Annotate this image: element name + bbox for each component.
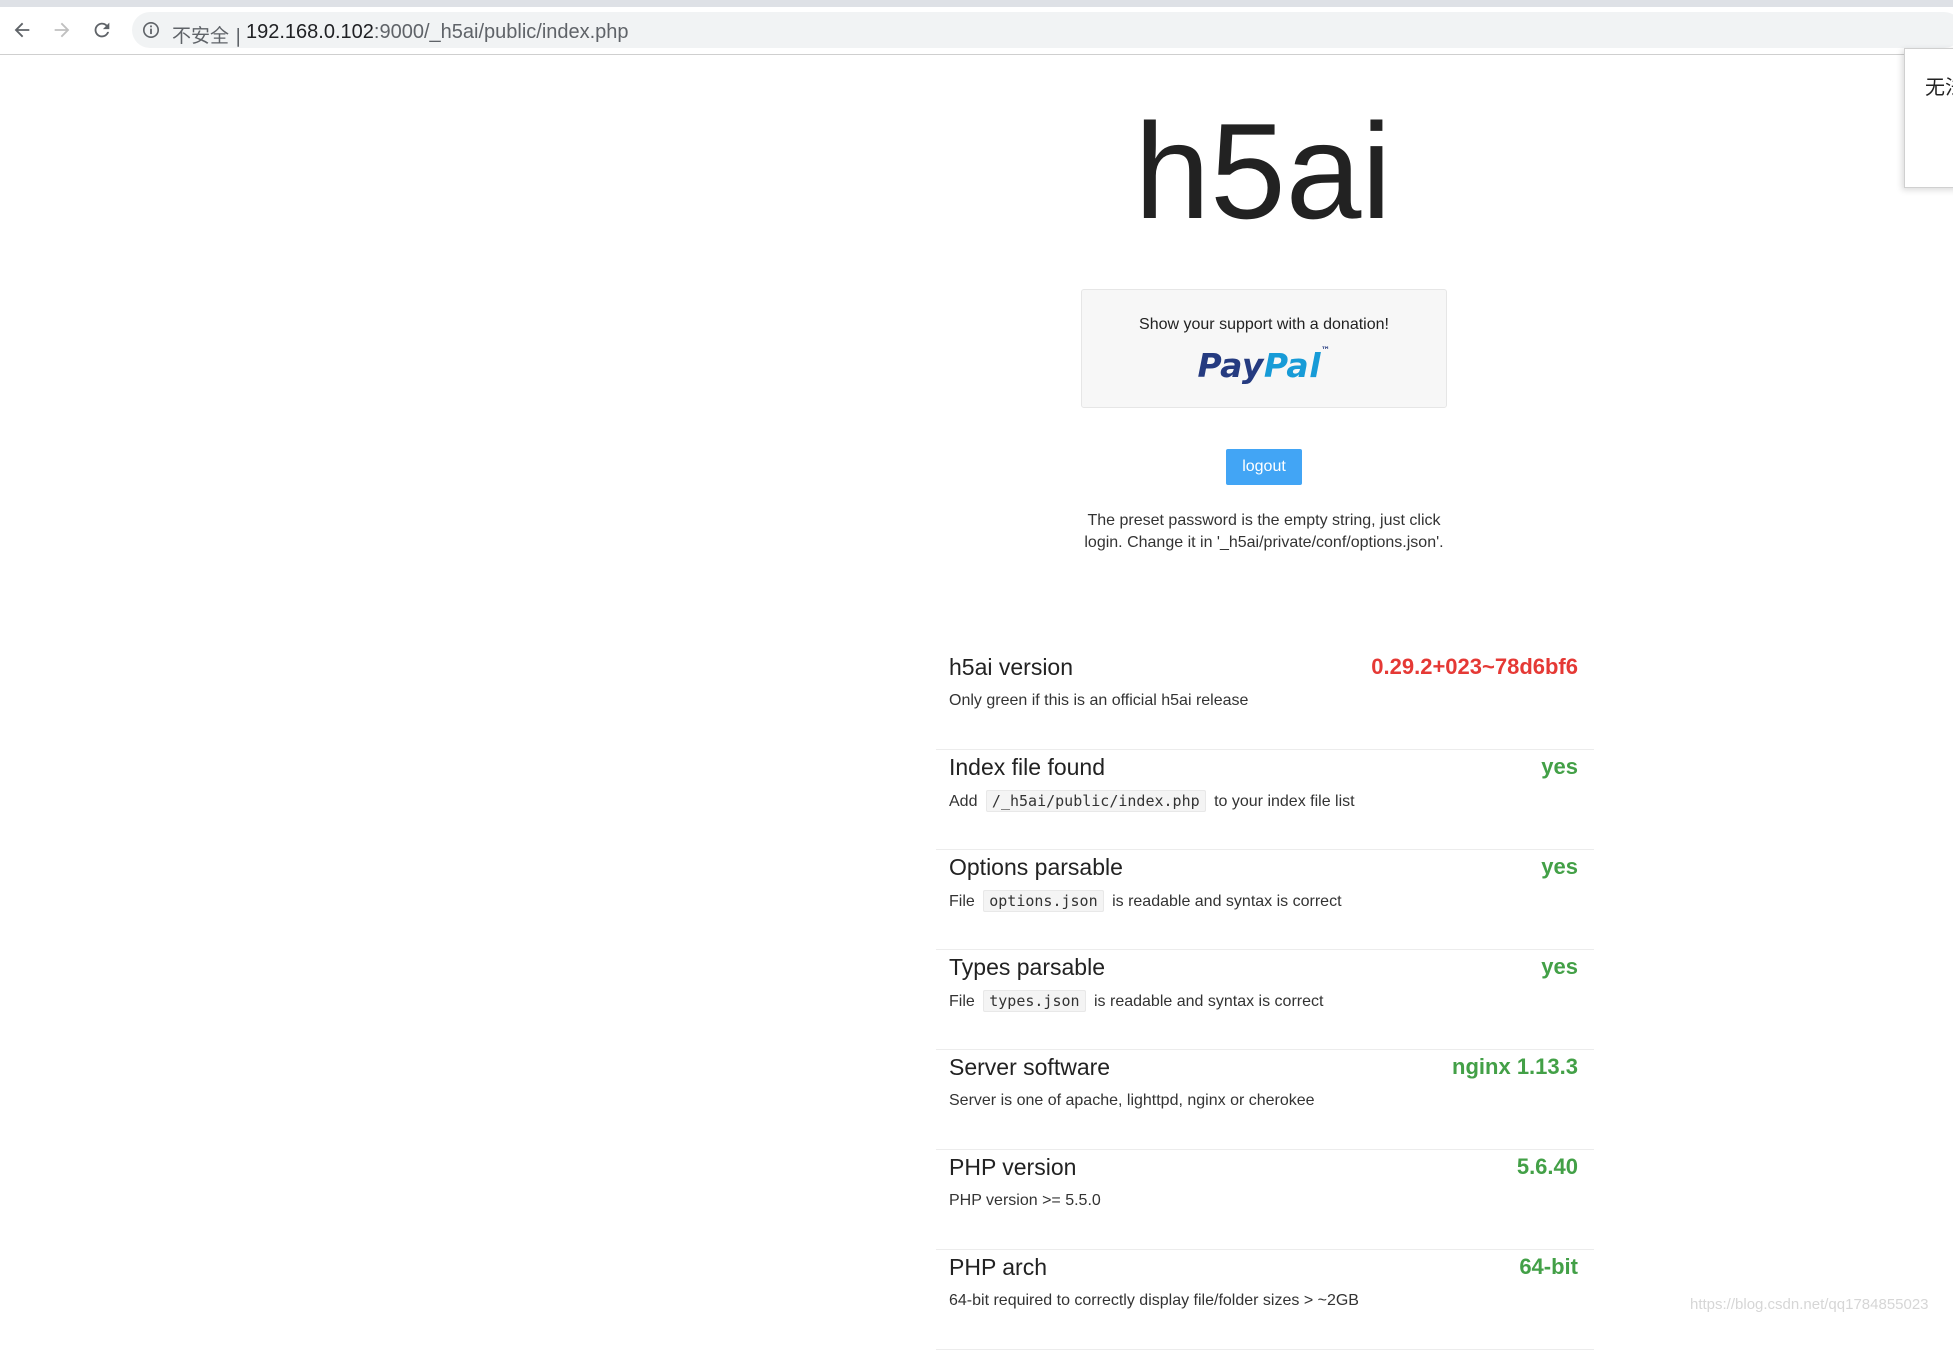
reload-button[interactable] <box>89 17 115 43</box>
info-icon[interactable] <box>142 21 160 39</box>
test-label: PHP arch <box>949 1254 1048 1280</box>
test-result: 0.29.2+023~78d6bf6 <box>1371 654 1578 679</box>
browser-toolbar: 不安全 | 192.168.0.102:9000/_h5ai/public/in… <box>0 7 1953 55</box>
test-info: Server is one of apache, lighttpd, nginx… <box>949 1092 1315 1109</box>
test-label: Index file found <box>949 754 1106 780</box>
back-button[interactable] <box>9 17 35 43</box>
notification-popup: 无法 <box>1904 48 1953 188</box>
test-result: nginx 1.13.3 <box>1452 1054 1578 1079</box>
test-info-pre: File <box>949 993 975 1010</box>
test-row: Options parsable yes File options.json is … <box>936 850 1594 950</box>
test-result: yes <box>1541 854 1578 879</box>
test-label: h5ai version <box>949 654 1074 680</box>
donation-box: Show your support with a donation! PayPa… <box>1081 289 1447 408</box>
arrow-left-icon <box>14 22 30 38</box>
password-hint: The preset password is the empty string,… <box>1084 512 1444 551</box>
browser-tab-strip <box>0 0 1953 7</box>
test-list: h5ai version 0.29.2+023~78d6bf6 Only green… <box>936 650 1594 1350</box>
security-label: 不安全 | <box>172 25 242 47</box>
forward-button[interactable] <box>49 17 75 43</box>
test-result: 64-bit <box>1519 1254 1578 1279</box>
test-row: h5ai version 0.29.2+023~78d6bf6 Only green… <box>936 650 1594 750</box>
page-title: h5ai <box>1134 95 1392 247</box>
test-info-post: is readable and syntax is correct <box>1112 893 1342 910</box>
reload-icon <box>94 22 110 38</box>
donation-text: Show your support with a donation! <box>1139 316 1389 333</box>
address-bar[interactable]: 不安全 | 192.168.0.102:9000/_h5ai/public/in… <box>132 12 1953 48</box>
url-path: :9000/_h5ai/public/index.php <box>373 21 629 43</box>
paypal-logo-pay: Pay <box>1197 346 1264 385</box>
paypal-button[interactable]: PayPal™ <box>1082 346 1446 385</box>
test-result: yes <box>1541 954 1578 979</box>
test-row: Index file found yes Add /_h5ai/public/ind… <box>936 750 1594 850</box>
popup-text: 无法 <box>1925 75 1953 99</box>
logout-button[interactable]: logout <box>1226 449 1302 485</box>
test-label: Options parsable <box>949 854 1123 880</box>
test-result: 5.6.40 <box>1516 1154 1578 1179</box>
test-info-post: to your index file list <box>1214 793 1355 810</box>
test-info: Add /_h5ai/public/index.php to your inde… <box>949 790 1355 812</box>
test-info: 64-bit required to correctly display fil… <box>949 1292 1359 1309</box>
test-row: PHP arch 64-bit 64-bit required to correct… <box>936 1250 1594 1350</box>
test-row: PHP version 5.6.40 PHP version >= 5.5.0 <box>936 1150 1594 1250</box>
test-row: Server software nginx 1.13.3 Server is one… <box>936 1050 1594 1150</box>
test-info-pre: Add <box>949 793 978 810</box>
test-info: Only green if this is an official h5ai r… <box>949 692 1249 709</box>
paypal-logo-pal: Pal <box>1263 346 1321 385</box>
test-result: yes <box>1541 754 1578 779</box>
test-info-code: /_h5ai/public/index.php <box>985 790 1206 812</box>
url-host: 192.168.0.102 <box>246 21 374 43</box>
test-row: Types parsable yes File types.json is read… <box>936 950 1594 1050</box>
test-info-code: options.json <box>983 890 1104 912</box>
test-info: PHP version >= 5.5.0 <box>949 1192 1101 1209</box>
url-text[interactable]: 192.168.0.102:9000/_h5ai/public/index.ph… <box>246 21 629 44</box>
test-info: File types.json is readable and syntax i… <box>949 990 1324 1012</box>
test-info-post: is readable and syntax is correct <box>1094 993 1324 1010</box>
test-info-pre: File <box>949 893 975 910</box>
test-label: Server software <box>949 1054 1111 1080</box>
arrow-right-icon <box>54 22 70 38</box>
test-label: Types parsable <box>949 954 1105 980</box>
test-info-code: types.json <box>983 990 1086 1012</box>
watermark: https://blog.csdn.net/qq1784855023 <box>1690 1296 1929 1313</box>
test-label: PHP version <box>949 1154 1077 1180</box>
paypal-trademark: ™ <box>1321 346 1331 356</box>
test-info: File options.json is readable and syntax… <box>949 890 1342 912</box>
